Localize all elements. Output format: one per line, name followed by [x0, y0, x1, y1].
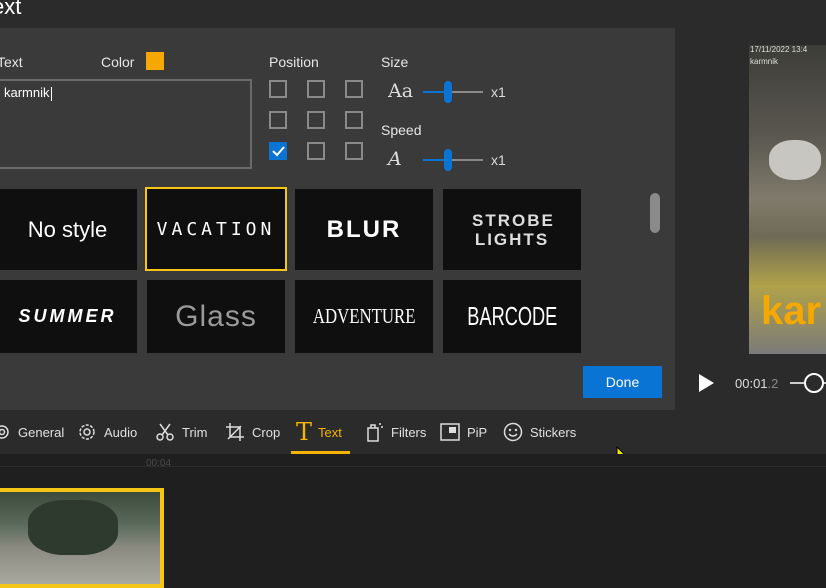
text-cursor	[50, 86, 52, 101]
filters-icon	[367, 423, 383, 442]
video-timestamp: 17/11/2022 13:4	[750, 45, 808, 54]
style-tile-label: SUMMER	[18, 306, 117, 326]
tab-stickers[interactable]: Stickers	[502, 410, 576, 454]
speed-label: Speed	[381, 122, 422, 138]
style-tile-summer[interactable]: SUMMER	[0, 280, 137, 353]
text-label: Text	[0, 54, 23, 70]
tab-label: PiP	[467, 424, 488, 440]
tab-label: General	[18, 424, 65, 440]
tab-label: Trim	[182, 424, 208, 440]
style-tile-barcode[interactable]: BARCODE	[443, 280, 581, 353]
size-label: Size	[381, 54, 409, 70]
position-bottom-right-checkbox[interactable]	[345, 142, 363, 160]
tab-general[interactable]: General	[0, 410, 64, 454]
color-label: Color	[101, 54, 135, 70]
style-tile-strobe-lights[interactable]: STROBE LIGHTS	[443, 189, 581, 270]
text-icon: T	[296, 418, 313, 446]
position-middle-left-checkbox[interactable]	[269, 111, 287, 129]
done-button[interactable]: Done	[583, 366, 662, 398]
speed-icon: A	[388, 148, 402, 170]
style-tile-label: BLUR	[326, 215, 402, 243]
timeline-ruler-mark: 00:04	[146, 458, 172, 469]
text-input-value: karmnik	[4, 85, 50, 100]
position-top-right-checkbox[interactable]	[345, 80, 363, 98]
title-bar: ext	[0, 0, 826, 28]
timeline-clip[interactable]	[0, 488, 164, 588]
tab-label: Text	[318, 424, 342, 440]
style-tile-blur[interactable]: BLUR	[295, 189, 433, 270]
scissors-icon	[156, 423, 174, 441]
position-top-left-checkbox[interactable]	[269, 80, 287, 98]
gear-icon	[0, 425, 9, 439]
styles-scrollbar-thumb[interactable]	[650, 193, 660, 233]
speed-slider-thumb[interactable]	[444, 149, 452, 171]
style-tile-label: ADVENTURE	[312, 304, 416, 328]
bird-image	[769, 140, 821, 180]
style-tile-label: BARCODE	[466, 301, 557, 331]
position-bottom-left-checkbox[interactable]	[269, 142, 287, 160]
position-middle-center-checkbox[interactable]	[307, 111, 325, 129]
style-tile-glass[interactable]: Glass	[147, 280, 285, 353]
timeline-ruler	[0, 466, 826, 467]
tab-crop[interactable]: Crop	[224, 410, 280, 454]
overlay-text-preview: kar	[761, 289, 822, 333]
position-top-center-checkbox[interactable]	[307, 80, 325, 98]
size-value: x1	[491, 84, 506, 100]
play-icon	[699, 374, 714, 392]
seek-thumb[interactable]	[804, 373, 824, 393]
tab-text[interactable]: T Text	[296, 410, 342, 454]
color-swatch-button[interactable]	[146, 52, 164, 70]
speed-value: x1	[491, 152, 506, 168]
tab-trim[interactable]: Trim	[154, 410, 208, 454]
clip-thumbnail-tree	[28, 500, 118, 555]
tab-label: Filters	[391, 424, 427, 440]
current-time-main: 00:01	[735, 376, 768, 391]
position-label: Position	[269, 54, 319, 70]
video-camera-label: karmnik	[750, 57, 779, 66]
pip-icon	[440, 423, 460, 441]
window-title: ext	[0, 0, 22, 19]
size-slider-thumb[interactable]	[444, 81, 452, 103]
style-tile-label: No style	[27, 216, 108, 242]
text-input[interactable]: karmnik	[0, 79, 252, 169]
style-tile-adventure[interactable]: ADVENTURE	[295, 280, 433, 353]
style-tile-no-style[interactable]: No style	[0, 189, 137, 270]
style-tile-label: STROBE LIGHTS	[472, 210, 555, 249]
checkmark-icon	[272, 146, 285, 157]
style-tile-label: VACATION	[156, 218, 276, 240]
tab-label: Audio	[104, 424, 138, 440]
tab-pip[interactable]: PiP	[439, 410, 487, 454]
audio-gear-icon	[79, 424, 95, 440]
style-tile-vacation[interactable]: VACATION	[145, 187, 287, 271]
position-middle-right-checkbox[interactable]	[345, 111, 363, 129]
tab-label: Crop	[252, 424, 281, 440]
font-size-icon: Aa	[388, 80, 414, 102]
position-bottom-center-checkbox[interactable]	[307, 142, 325, 160]
tab-audio[interactable]: Audio	[76, 410, 137, 454]
crop-icon	[226, 423, 244, 441]
current-time: 00:01.2	[735, 376, 778, 391]
play-button[interactable]	[697, 373, 715, 398]
style-tile-label: Glass	[175, 299, 257, 333]
video-preview: 17/11/2022 13:4 karmnik kar	[749, 45, 826, 354]
tab-filters[interactable]: Filters	[365, 410, 426, 454]
tab-label: Stickers	[530, 424, 577, 440]
current-time-fraction: .2	[767, 376, 779, 391]
smiley-icon	[503, 422, 523, 442]
